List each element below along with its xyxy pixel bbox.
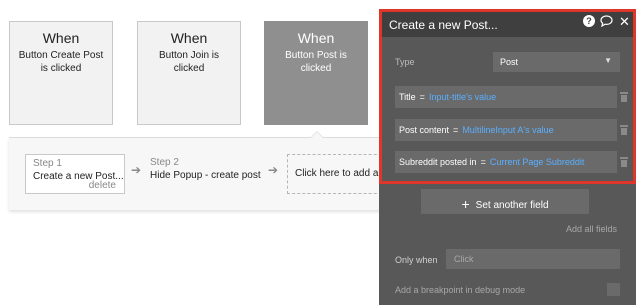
help-icon[interactable]: ? <box>583 15 595 27</box>
event-card-post[interactable]: When Button Post is clicked <box>264 21 368 125</box>
field-value[interactable]: MultilineInput A's value <box>462 125 553 135</box>
close-icon[interactable]: ✕ <box>619 15 630 29</box>
set-another-field-label: Set another field <box>475 200 549 211</box>
arrow-right-icon: ➔ <box>268 163 279 177</box>
field-name: Subreddit posted in <box>399 157 477 167</box>
field-name: Title <box>399 92 416 102</box>
field-equals: = <box>453 125 459 135</box>
breakpoint-label: Add a breakpoint in debug mode <box>395 285 526 295</box>
set-another-field-button[interactable]: + Set another field <box>421 189 589 214</box>
step-number: Step 1 <box>33 158 62 169</box>
event-card-create-post[interactable]: When Button Create Post is clicked <box>9 21 113 125</box>
event-description: Button Post is clicked <box>285 50 347 74</box>
field-value[interactable]: Input-title's value <box>429 92 496 102</box>
add-all-fields-link[interactable]: Add all fields <box>566 224 617 234</box>
field-equals: = <box>480 157 486 167</box>
only-when-input[interactable] <box>446 249 620 269</box>
breakpoint-checkbox[interactable] <box>607 283 620 296</box>
step-number: Step 2 <box>150 157 179 168</box>
field-row-post-content[interactable]: Post content = MultilineInput A's value <box>395 119 617 141</box>
step-title: Hide Popup - create post <box>150 170 261 181</box>
workflow-step-1[interactable]: Step 1 Create a new Post... delete <box>25 154 125 194</box>
panel-header: Create a new Post... <box>382 12 633 37</box>
comment-icon[interactable] <box>600 15 613 30</box>
delete-step-link[interactable]: delete <box>89 180 116 191</box>
event-when-label: When <box>42 30 80 46</box>
field-row-title[interactable]: Title = Input-title's value <box>395 86 617 108</box>
only-when-label: Only when <box>395 255 438 265</box>
workflow-step-2[interactable]: Step 2 Hide Popup - create post <box>150 157 262 181</box>
type-label: Type <box>395 57 415 67</box>
field-equals: = <box>419 92 425 102</box>
trash-icon[interactable] <box>620 125 628 135</box>
arrow-right-icon: ➔ <box>131 163 142 177</box>
type-select-value: Post <box>500 57 519 67</box>
event-description: Button Join is clicked <box>158 50 220 74</box>
field-row-subreddit[interactable]: Subreddit posted in = Current Page Subredd… <box>395 151 617 173</box>
plus-icon: + <box>461 196 470 212</box>
add-action-button[interactable]: Click here to add an action... <box>287 154 387 194</box>
event-when-label: When <box>170 30 208 46</box>
event-when-label: When <box>297 30 335 46</box>
trash-icon[interactable] <box>620 92 628 102</box>
event-card-join[interactable]: When Button Join is clicked <box>137 21 241 125</box>
field-value[interactable]: Current Page Subreddit <box>490 157 585 167</box>
type-select[interactable]: Post ▼ <box>493 52 620 72</box>
field-name: Post content <box>399 125 450 135</box>
panel-title: Create a new Post... <box>389 18 498 32</box>
event-description: Button Create Post is clicked <box>18 50 104 74</box>
chevron-down-icon: ▼ <box>604 56 612 65</box>
trash-icon[interactable] <box>620 157 628 167</box>
